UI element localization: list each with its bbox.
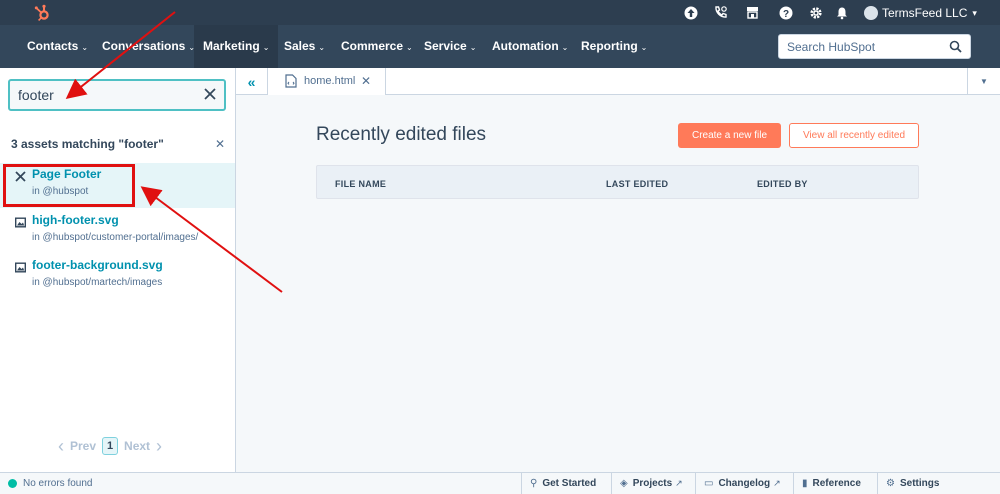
column-header-last-edited[interactable]: LAST EDITED [606, 179, 668, 189]
current-page[interactable]: 1 [102, 437, 119, 455]
image-icon [14, 215, 27, 228]
chevron-down-icon: ⌄ [640, 43, 648, 52]
file-icon [285, 74, 297, 91]
footer-link-label: Changelog [718, 478, 771, 489]
nav-conversations[interactable]: Conversations ⌄ [102, 25, 195, 68]
footer-link-label: Projects [632, 478, 673, 489]
marketplace-icon[interactable] [745, 5, 760, 20]
chevron-down-icon: ⌄ [406, 43, 413, 52]
close-results-icon[interactable]: ✕ [215, 137, 225, 151]
asset-search-field [8, 79, 226, 111]
search-icon[interactable] [949, 40, 962, 58]
result-high-footer-svg[interactable]: high-footer.svg in @hubspot/customer-por… [0, 209, 235, 254]
status-text: No errors found [23, 478, 93, 489]
status-indicator: No errors found [8, 478, 92, 489]
asset-search-input[interactable] [10, 81, 190, 109]
result-path: in @hubspot/martech/images [32, 277, 163, 288]
nav-commerce[interactable]: Commerce ⌄ [341, 25, 413, 68]
nav-marketing[interactable]: Marketing ⌄ [194, 25, 279, 68]
external-link-icon: ↗ [773, 478, 781, 488]
editor-workspace: « home.html ✕ ▼ Recently edited files Cr… [236, 68, 1000, 472]
view-all-recently-edited-button[interactable]: View all recently edited [789, 123, 919, 148]
upgrade-icon[interactable] [683, 5, 698, 20]
tab-menu-chevron-down-icon[interactable]: ▼ [967, 68, 1000, 95]
chevron-down-icon: ⌄ [81, 43, 89, 52]
get-started-icon: ⚲ [530, 478, 538, 489]
reference-icon: ▮ [802, 478, 808, 489]
chevron-down-icon: ⌄ [561, 43, 569, 52]
footer-link-label: Settings [899, 478, 940, 489]
settings-icon: ⚙ [886, 478, 895, 489]
projects-link[interactable]: ◈ Projects ↗ [611, 473, 683, 494]
account-menu[interactable]: TermsFeed LLC ▾ [864, 5, 977, 21]
main-nav: Contacts ⌄ Conversations ⌄ Marketing ⌄ Sale… [0, 25, 1000, 68]
column-header-edited-by[interactable]: EDITED BY [757, 179, 808, 189]
result-name: high-footer.svg [32, 213, 119, 227]
close-tab-icon[interactable]: ✕ [361, 74, 371, 88]
projects-icon: ◈ [620, 478, 628, 489]
create-new-file-button[interactable]: Create a new file [678, 123, 781, 148]
top-utility-bar: ? TermsFeed LLC ▾ [0, 0, 1000, 25]
result-footer-background-svg[interactable]: footer-background.svg in @hubspot/martec… [0, 254, 235, 299]
image-icon [14, 260, 27, 273]
tab-strip: « home.html ✕ ▼ [236, 68, 1000, 95]
annotation-highlight-box [3, 164, 135, 207]
get-started-link[interactable]: ⚲ Get Started [521, 473, 596, 494]
result-path: in @hubspot/customer-portal/images/ [32, 232, 199, 243]
chevron-down-icon: ⌄ [262, 43, 270, 52]
recent-files-table-header: FILE NAME LAST EDITED EDITED BY [316, 165, 919, 199]
collapse-sidebar-icon[interactable]: « [236, 68, 268, 95]
notifications-bell-icon[interactable] [834, 5, 849, 20]
pagination: ‹ Prev 1 Next › [52, 436, 168, 456]
chevron-down-icon: ⌄ [318, 43, 326, 52]
changelog-icon: ▭ [704, 478, 714, 489]
chevron-right-icon[interactable]: › [156, 436, 162, 457]
account-name: TermsFeed LLC [882, 6, 968, 20]
footer-link-label: Get Started [542, 478, 597, 489]
page-title: Recently edited files [316, 124, 487, 145]
results-heading: 3 assets matching "footer" [11, 137, 164, 151]
status-dot-icon [8, 479, 17, 488]
chevron-left-icon[interactable]: ‹ [58, 436, 64, 457]
tab-home-html[interactable]: home.html ✕ [268, 68, 386, 95]
hubspot-logo-icon[interactable] [33, 3, 53, 23]
result-name: footer-background.svg [32, 258, 163, 272]
settings-gear-icon[interactable] [808, 5, 823, 20]
changelog-link[interactable]: ▭ Changelog ↗ [695, 473, 781, 494]
chevron-down-icon: ▾ [972, 7, 977, 18]
settings-link[interactable]: ⚙ Settings [877, 473, 939, 494]
chevron-down-icon: ⌄ [469, 43, 477, 52]
help-icon[interactable]: ? [778, 5, 793, 20]
status-bar: No errors found ⚲ Get Started ◈ Projects… [0, 472, 1000, 494]
external-link-icon: ↗ [675, 478, 683, 488]
svg-text:?: ? [782, 9, 788, 20]
nav-reporting[interactable]: Reporting ⌄ [581, 25, 647, 68]
prev-page-button[interactable]: Prev [70, 439, 96, 453]
global-search [778, 34, 971, 59]
next-page-button[interactable]: Next [124, 439, 150, 453]
nav-service[interactable]: Service ⌄ [424, 25, 476, 68]
column-header-file-name[interactable]: FILE NAME [335, 179, 386, 189]
nav-automation[interactable]: Automation ⌄ [492, 25, 568, 68]
avatar [864, 6, 878, 20]
nav-contacts[interactable]: Contacts ⌄ [27, 25, 88, 68]
footer-link-label: Reference [812, 478, 861, 489]
tab-label: home.html [304, 75, 356, 87]
clear-search-icon[interactable] [203, 87, 217, 106]
nav-sales[interactable]: Sales ⌄ [284, 25, 325, 68]
global-search-input[interactable] [779, 35, 939, 58]
asset-search-panel: 3 assets matching "footer" ✕ Page Footer… [0, 68, 236, 472]
calling-icon[interactable] [713, 5, 728, 20]
reference-link[interactable]: ▮ Reference [793, 473, 861, 494]
